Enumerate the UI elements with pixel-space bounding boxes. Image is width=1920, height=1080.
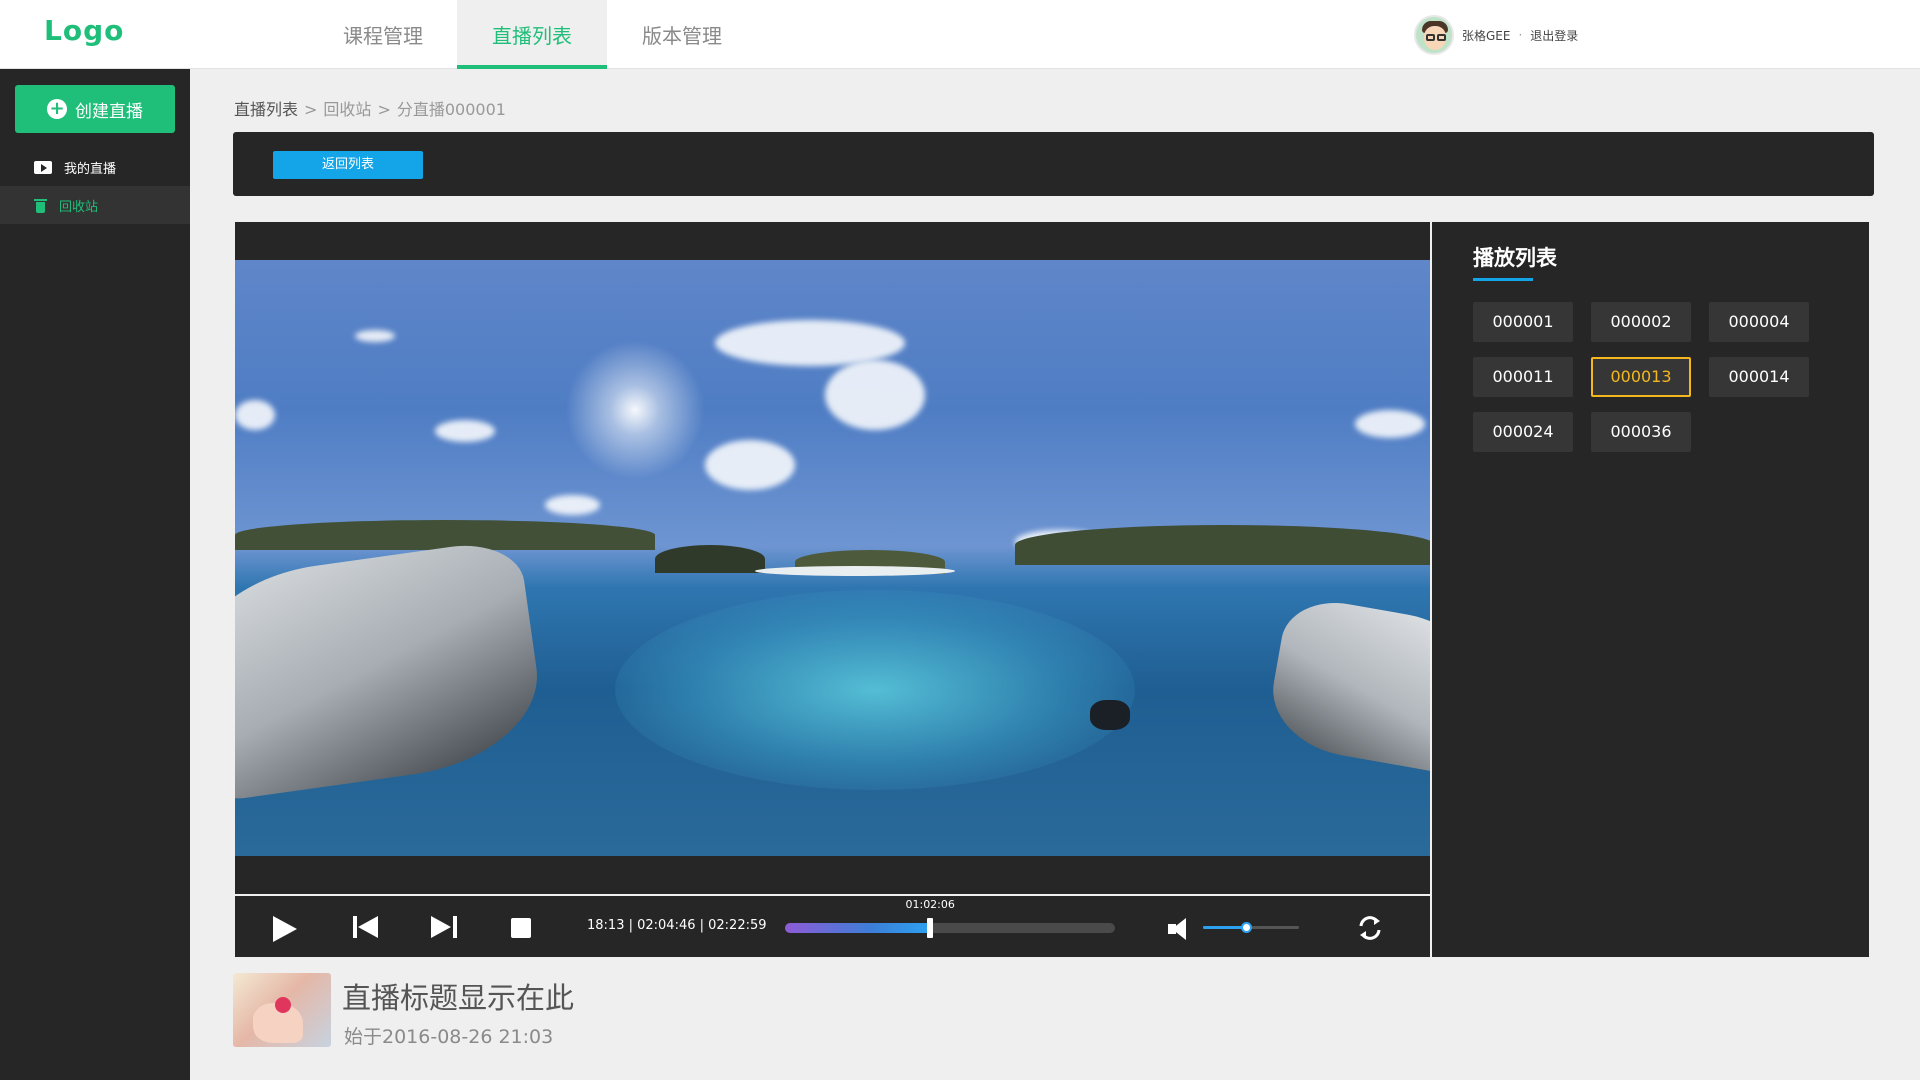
toolbar-strip: 返回列表 [233, 132, 1874, 196]
loop-icon[interactable] [1356, 914, 1384, 942]
live-start-time: 始于2016-08-26 21:03 [344, 1026, 554, 1048]
player-controls: 18:13 | 02:04:46 | 02:22:59 01:02:06 [235, 894, 1430, 957]
playlist-item[interactable]: 000001 [1473, 302, 1573, 342]
progress-tooltip: 01:02:06 [905, 898, 955, 911]
playlist-grid: 000001 000002 000004 000011 000013 00001… [1473, 302, 1833, 452]
sidebar-item-label: 回收站 [59, 199, 99, 215]
create-live-button[interactable]: + 创建直播 [15, 85, 175, 133]
volume-icon[interactable] [1168, 918, 1192, 940]
user-separator: · [1518, 28, 1523, 42]
logo[interactable]: Logo [44, 14, 124, 47]
playlist-item[interactable]: 000036 [1591, 412, 1691, 452]
tab-live-list[interactable]: 直播列表 [457, 0, 607, 69]
tab-course-management[interactable]: 课程管理 [308, 0, 458, 69]
volume-fill [1203, 926, 1247, 929]
time-display: 18:13 | 02:04:46 | 02:22:59 [587, 918, 767, 933]
playlist-panel: 播放列表 000001 000002 000004 000011 000013 … [1432, 222, 1869, 957]
trash-icon [34, 198, 47, 213]
breadcrumb-separator: > [304, 100, 318, 119]
progress-fill [785, 923, 931, 933]
playlist-item[interactable]: 000011 [1473, 357, 1573, 397]
progress-bar[interactable]: 01:02:06 [785, 898, 1115, 938]
video-icon [34, 160, 52, 174]
tab-version-management[interactable]: 版本管理 [607, 0, 757, 69]
create-live-label: 创建直播 [75, 101, 143, 122]
playlist-item[interactable]: 000004 [1709, 302, 1809, 342]
breadcrumb-recycle-bin[interactable]: 回收站 [323, 100, 371, 119]
playlist-title-underline [1473, 278, 1533, 281]
top-header: Logo 课程管理 直播列表 版本管理 张格GEE · 退出登录 [0, 0, 1920, 69]
live-title: 直播标题显示在此 [342, 981, 575, 1015]
playlist-item[interactable]: 000002 [1591, 302, 1691, 342]
plus-icon: + [47, 99, 67, 119]
playlist-item[interactable]: 000014 [1709, 357, 1809, 397]
next-icon[interactable] [431, 916, 457, 938]
play-icon[interactable] [273, 916, 297, 942]
playlist-item-selected[interactable]: 000013 [1591, 357, 1691, 397]
sidebar-item-recycle-bin[interactable]: 回收站 [0, 186, 190, 224]
breadcrumb-current: 分直播000001 [396, 100, 506, 119]
video-frame[interactable] [235, 260, 1430, 856]
previous-icon[interactable] [353, 916, 379, 938]
progress-handle[interactable] [927, 918, 934, 938]
user-name: 张格GEE [1462, 28, 1511, 43]
volume-slider[interactable] [1203, 922, 1299, 933]
sidebar-item-my-live[interactable]: 我的直播 [0, 148, 190, 186]
breadcrumb-live-list[interactable]: 直播列表 [234, 100, 298, 119]
breadcrumb-separator: > [377, 100, 391, 119]
back-to-list-button[interactable]: 返回列表 [273, 151, 423, 179]
user-area: 张格GEE · 退出登录 [1414, 15, 1578, 55]
logout-link[interactable]: 退出登录 [1530, 27, 1578, 44]
playlist-item[interactable]: 000024 [1473, 412, 1573, 452]
stop-icon[interactable] [511, 918, 531, 938]
sidebar: + 创建直播 我的直播 回收站 [0, 69, 190, 1080]
live-thumbnail [233, 973, 331, 1047]
breadcrumb: 直播列表 > 回收站 > 分直播000001 [234, 96, 506, 120]
video-player: 18:13 | 02:04:46 | 02:22:59 01:02:06 [235, 222, 1430, 957]
volume-handle[interactable] [1241, 922, 1253, 933]
sidebar-item-label: 我的直播 [64, 161, 117, 177]
playlist-title: 播放列表 [1473, 246, 1557, 270]
avatar[interactable] [1414, 15, 1454, 55]
